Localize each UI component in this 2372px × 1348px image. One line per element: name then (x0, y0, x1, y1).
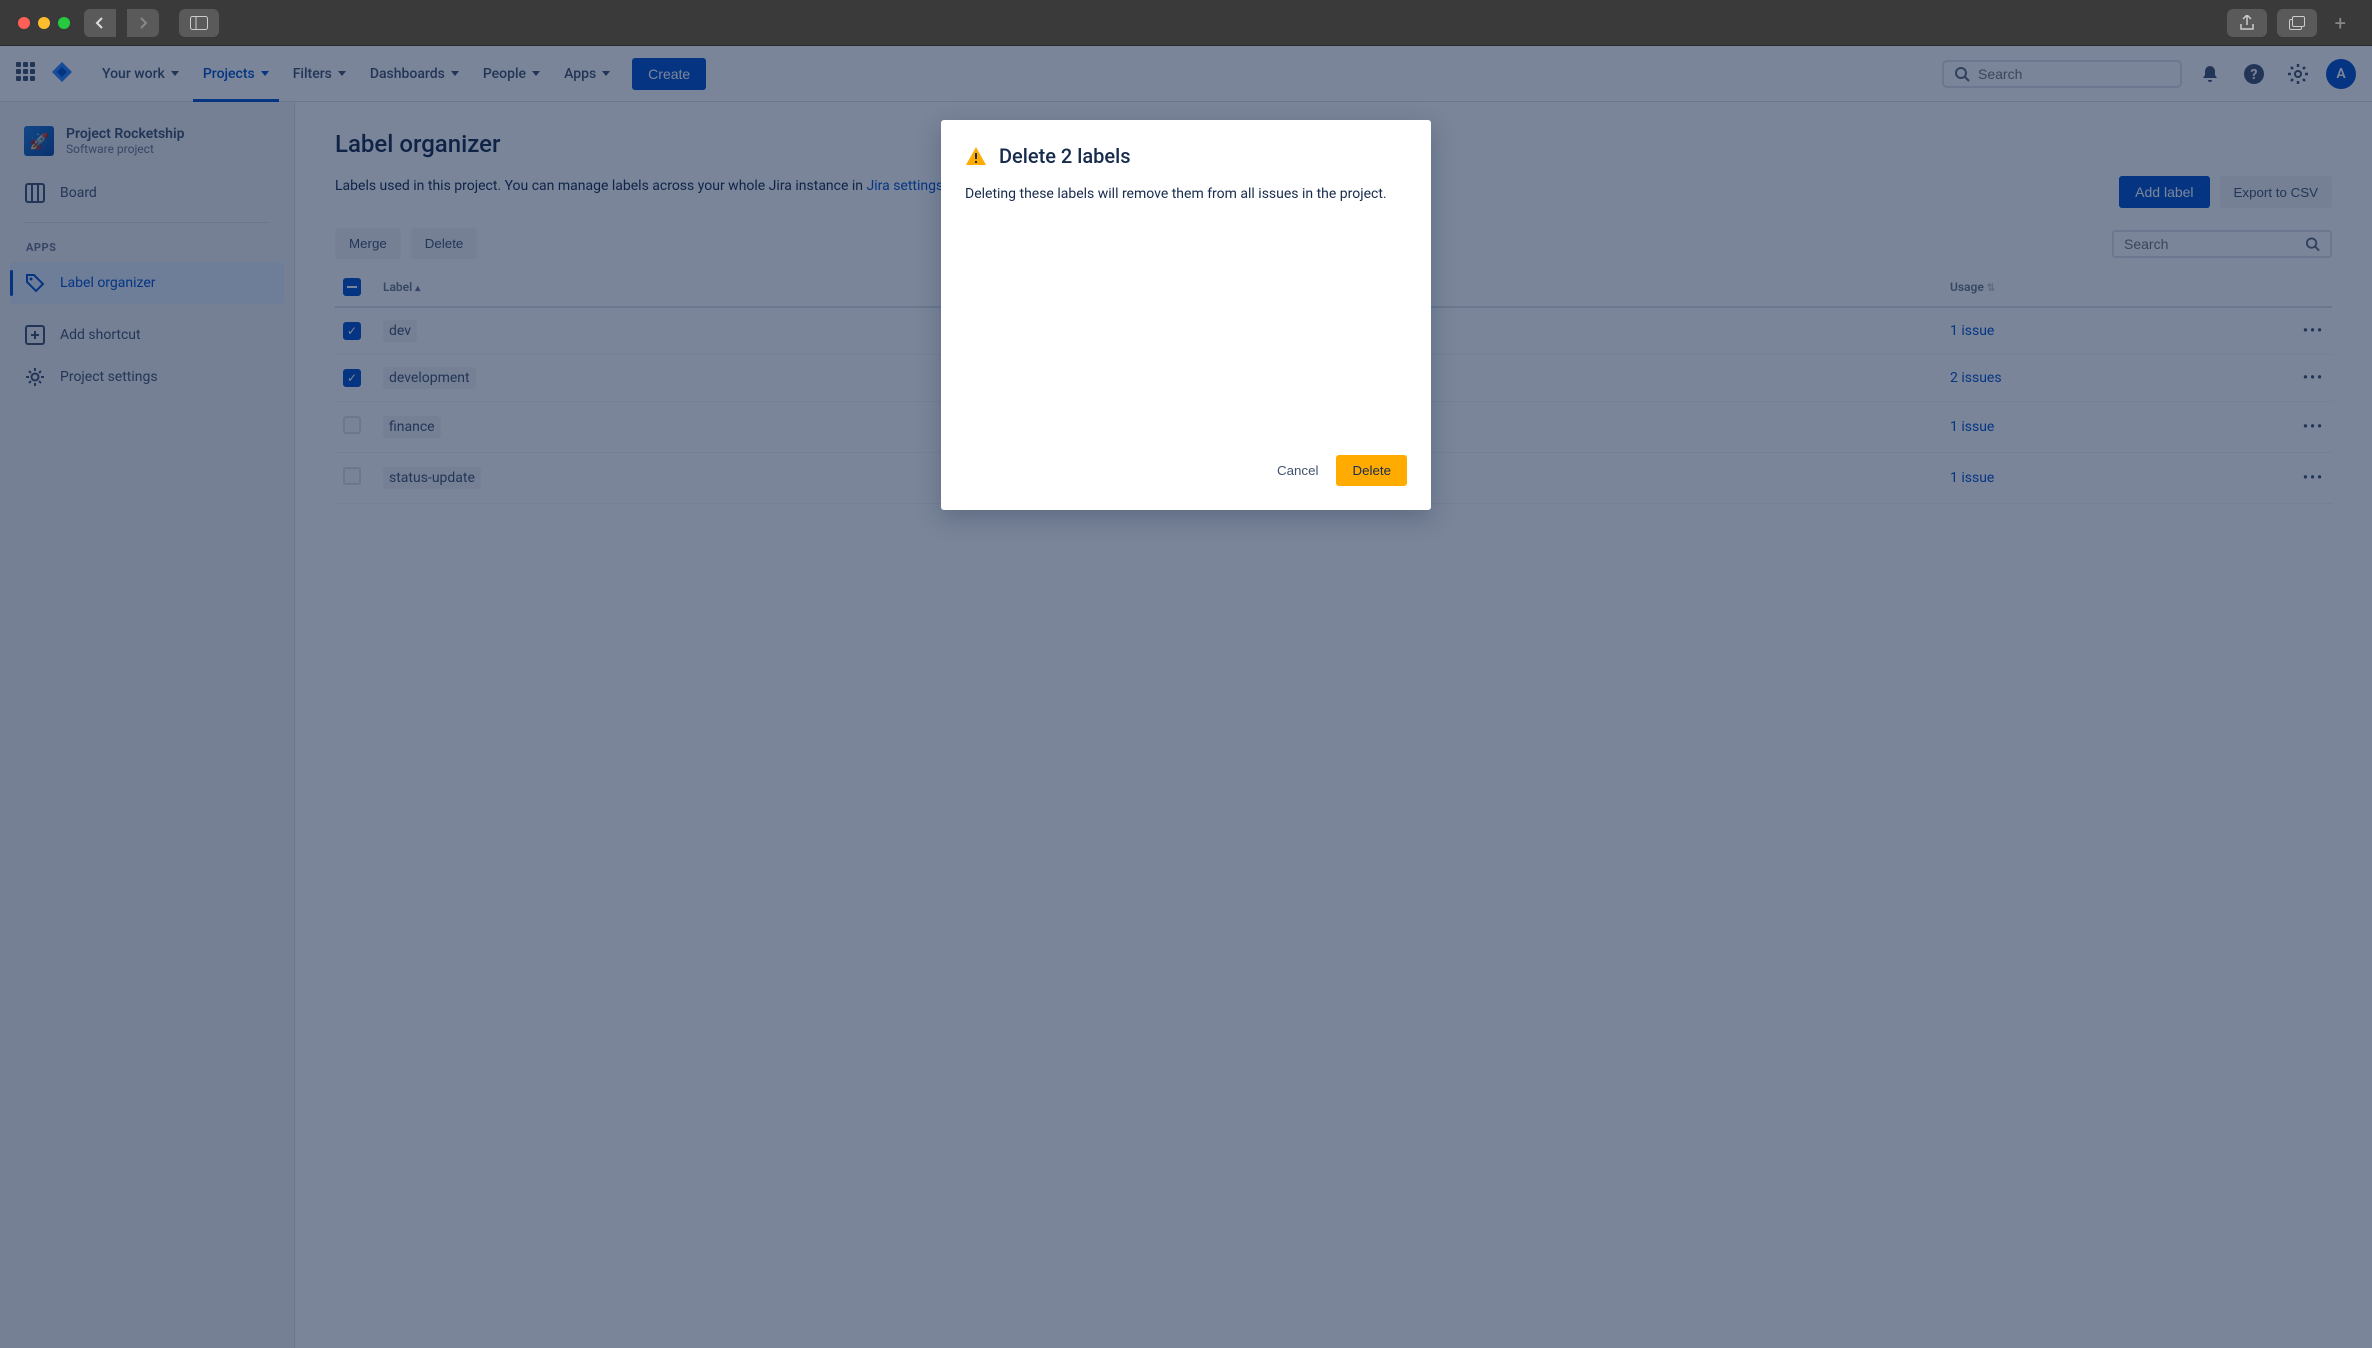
window-titlebar: + (0, 0, 2372, 46)
window-close-icon[interactable] (18, 17, 30, 29)
cancel-button[interactable]: Cancel (1263, 455, 1333, 486)
tabs-button[interactable] (2277, 9, 2317, 37)
modal-overlay[interactable]: Delete 2 labels Deleting these labels wi… (0, 46, 2372, 1348)
new-tab-button[interactable]: + (2327, 11, 2354, 35)
confirm-delete-button[interactable]: Delete (1336, 455, 1407, 486)
modal-body: Deleting these labels will remove them f… (965, 184, 1407, 435)
window-zoom-icon[interactable] (58, 17, 70, 29)
window-minimize-icon[interactable] (38, 17, 50, 29)
back-button[interactable] (84, 9, 116, 37)
sidebar-toggle-button[interactable] (179, 9, 219, 37)
warning-icon (965, 145, 987, 167)
modal-title: Delete 2 labels (999, 144, 1130, 168)
share-button[interactable] (2227, 9, 2267, 37)
forward-button[interactable] (127, 9, 159, 37)
nav-back-forward (84, 9, 169, 37)
delete-labels-modal: Delete 2 labels Deleting these labels wi… (941, 120, 1431, 510)
